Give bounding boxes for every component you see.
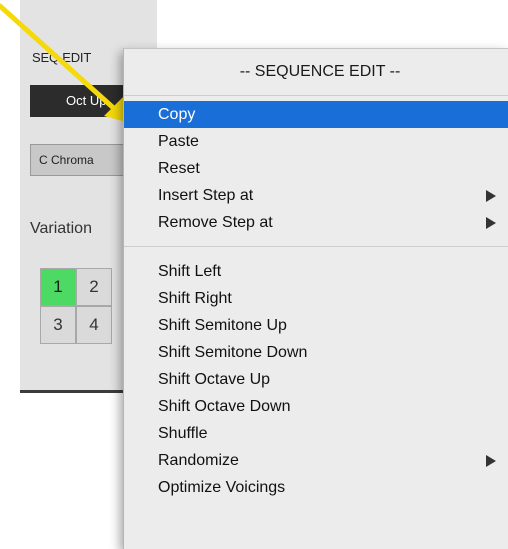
menu-item-label: Shuffle — [158, 425, 208, 442]
menu-item-label: Shift Semitone Up — [158, 317, 287, 334]
menu-item-shuffle[interactable]: Shuffle — [124, 420, 508, 447]
menu-item-shift-left[interactable]: Shift Left — [124, 258, 508, 285]
screen: SEQ EDIT Oct Up C Chroma Variation 1 2 3… — [0, 0, 508, 549]
menu-item-label: Shift Octave Down — [158, 398, 291, 415]
menu-item-label: Shift Left — [158, 263, 222, 280]
menu-item-randomize[interactable]: Randomize — [124, 447, 508, 474]
sequence-edit-context-menu: -- SEQUENCE EDIT -- Copy Paste Reset Ins… — [123, 48, 508, 549]
menu-item-reset[interactable]: Reset — [124, 155, 508, 182]
chevron-right-icon — [486, 217, 496, 229]
menu-item-remove-step-at[interactable]: Remove Step at — [124, 209, 508, 236]
menu-item-optimize-voicings[interactable]: Optimize Voicings — [124, 474, 508, 501]
menu-item-shift-octave-up[interactable]: Shift Octave Up — [124, 366, 508, 393]
menu-item-label: Shift Octave Up — [158, 371, 271, 388]
menu-item-label: Reset — [158, 160, 200, 177]
menu-item-paste[interactable]: Paste — [124, 128, 508, 155]
chevron-right-icon — [486, 190, 496, 202]
menu-item-copy[interactable]: Copy — [124, 101, 508, 128]
menu-item-label: Remove Step at — [158, 214, 273, 231]
menu-item-label: Optimize Voicings — [158, 479, 286, 496]
menu-header: -- SEQUENCE EDIT -- — [239, 63, 401, 80]
variation-button-4[interactable]: 4 — [76, 306, 112, 344]
menu-item-label: Paste — [158, 133, 199, 150]
variation-button-1[interactable]: 1 — [40, 268, 76, 306]
menu-item-label: Shift Right — [158, 290, 232, 307]
menu-separator — [124, 246, 508, 247]
menu-item-shift-semitone-down[interactable]: Shift Semitone Down — [124, 339, 508, 366]
menu-item-label: Randomize — [158, 452, 239, 469]
menu-item-shift-semitone-up[interactable]: Shift Semitone Up — [124, 312, 508, 339]
menu-item-shift-right[interactable]: Shift Right — [124, 285, 508, 312]
chevron-right-icon — [486, 455, 496, 467]
variation-label: Variation — [30, 220, 92, 237]
menu-item-insert-step-at[interactable]: Insert Step at — [124, 182, 508, 209]
menu-item-shift-octave-down[interactable]: Shift Octave Down — [124, 393, 508, 420]
menu-item-label: Shift Semitone Down — [158, 344, 308, 361]
variation-button-3[interactable]: 3 — [40, 306, 76, 344]
menu-separator — [124, 95, 508, 96]
variation-button-2[interactable]: 2 — [76, 268, 112, 306]
menu-item-label: Insert Step at — [158, 187, 254, 204]
menu-item-label: Copy — [158, 106, 196, 123]
